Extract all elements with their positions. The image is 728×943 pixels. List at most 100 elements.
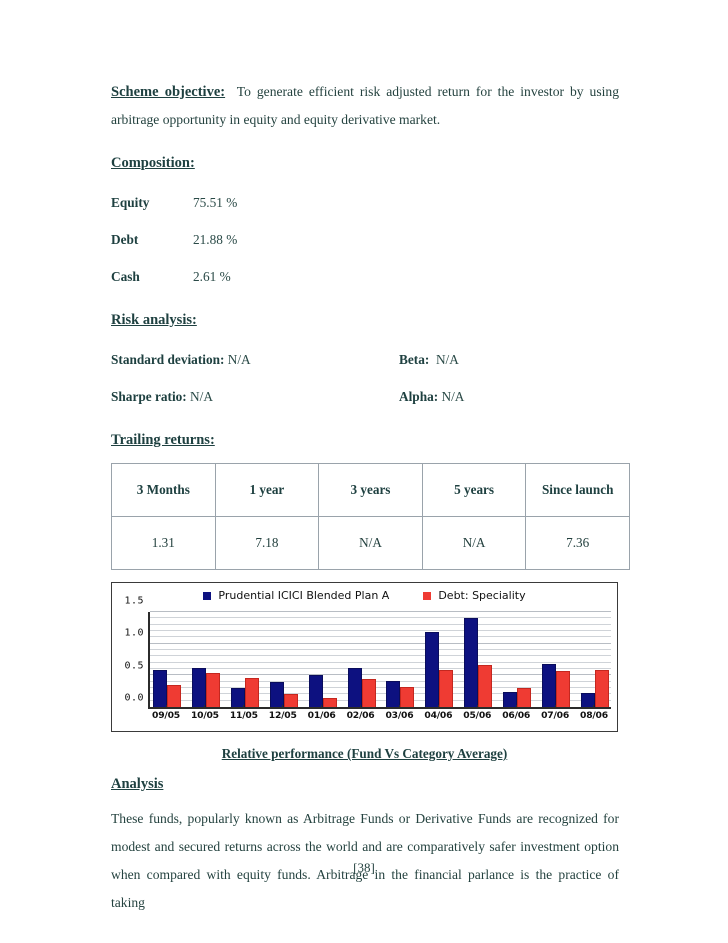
composition-label-equity: Equity	[111, 194, 150, 210]
risk-analysis-heading-row: Risk analysis:	[111, 311, 619, 329]
y-axis-tick-label: 1.5	[124, 595, 144, 607]
table-cell-since-launch: 7.36	[525, 516, 630, 570]
x-axis-tick-label: 10/05	[190, 710, 219, 721]
x-axis-tick-label: 04/06	[424, 710, 453, 721]
chart-x-tick-marks	[148, 705, 611, 709]
bar-fund	[153, 669, 167, 707]
composition-value-equity: 75.51 %	[193, 194, 238, 210]
x-tick-mark	[151, 705, 181, 709]
bar-category	[594, 670, 609, 707]
table-cell-3-years: N/A	[318, 516, 423, 570]
composition-row-debt: Debt 21.88 %	[111, 221, 619, 258]
bar-fund	[269, 682, 284, 707]
x-axis-tick-label: 09/05	[152, 710, 180, 721]
alpha-value: N/A	[441, 388, 465, 404]
legend-label-category: Debt: Speciality	[438, 589, 526, 602]
risk-analysis-heading: Risk analysis:	[111, 312, 197, 328]
table-row: 1.31 7.18 N/A N/A 7.36	[111, 516, 630, 570]
composition-section: Composition: Equity 75.51 % Debt 21.88 %…	[111, 154, 619, 295]
x-tick-mark	[268, 705, 298, 709]
analysis-heading: Analysis	[111, 776, 164, 792]
trailing-returns-table-wrap: 3 Months 1 year 3 years 5 years Since la…	[111, 463, 630, 570]
bar-group	[191, 612, 220, 707]
composition-heading: Composition:	[111, 155, 195, 171]
chart-caption-wrap: Relative performance (Fund Vs Category A…	[111, 745, 618, 763]
x-tick-mark	[462, 705, 492, 709]
trailing-returns-heading: Trailing returns:	[111, 432, 215, 448]
legend-entry-category: Debt: Speciality	[423, 589, 526, 602]
bar-category	[167, 685, 181, 707]
sharpe-ratio-field: Sharpe ratio: N/A	[111, 389, 399, 405]
legend-label-fund: Prudential ICICI Blended Plan A	[218, 589, 390, 602]
bar-group	[308, 612, 337, 707]
bar-group	[503, 612, 532, 707]
trailing-returns-table: 3 Months 1 year 3 years 5 years Since la…	[111, 463, 630, 570]
standard-deviation-field: Standard deviation: N/A	[111, 352, 399, 368]
bar-fund	[347, 668, 362, 707]
bar-group	[230, 612, 259, 707]
table-cell-5-years: N/A	[421, 516, 527, 570]
bar-group	[269, 612, 298, 707]
bar-group	[580, 612, 609, 707]
bar-category	[361, 679, 376, 707]
alpha-field: Alpha: N/A	[399, 389, 609, 405]
x-tick-mark	[384, 705, 414, 709]
bar-group	[464, 612, 493, 707]
x-axis-tick-label: 08/06	[580, 710, 608, 721]
composition-label-debt: Debt	[111, 231, 139, 247]
x-tick-mark	[346, 705, 376, 709]
sharpe-ratio-label: Sharpe ratio:	[111, 388, 187, 404]
x-tick-mark	[190, 705, 220, 709]
table-header-since-launch: Since launch	[525, 463, 630, 517]
table-header-1-year: 1 year	[214, 463, 320, 517]
y-axis-tick-label: 0.5	[124, 660, 144, 672]
bar-fund	[191, 668, 206, 707]
alpha-label: Alpha:	[399, 388, 439, 404]
composition-row-equity: Equity 75.51 %	[111, 184, 619, 221]
bar-fund	[464, 617, 479, 707]
table-cell-3-months: 1.31	[111, 516, 216, 570]
x-tick-mark	[229, 705, 259, 709]
standard-deviation-value: N/A	[227, 351, 251, 367]
bar-group	[153, 612, 181, 707]
page-number: [38]	[353, 860, 375, 875]
bar-group	[425, 612, 454, 707]
x-axis-tick-label: 11/05	[229, 710, 258, 721]
legend-swatch-category	[423, 591, 432, 600]
chart-legend: Prudential ICICI Blended Plan A Debt: Sp…	[112, 589, 617, 602]
chart-x-axis-labels: 09/05 10/05 11/05 12/05 01/06 02/06 03/06 04/06…	[148, 710, 611, 728]
scheme-objective-paragraph: Scheme objective: To generate efficient …	[111, 78, 619, 134]
scheme-objective-section: Scheme objective: To generate efficient …	[111, 78, 619, 134]
bar-group	[386, 612, 415, 707]
beta-field: Beta: N/A	[399, 352, 609, 368]
bar-category	[478, 665, 493, 707]
risk-row-deviation-beta: Standard deviation: N/A Beta: N/A	[111, 341, 619, 378]
trailing-returns-heading-row: Trailing returns:	[111, 431, 619, 449]
table-header-3-months: 3 Months	[111, 463, 216, 517]
x-axis-tick-label: 12/05	[268, 710, 297, 721]
composition-row-cash: Cash 2.61 %	[111, 258, 619, 295]
document-page: Scheme objective: To generate efficient …	[0, 0, 728, 943]
analysis-section: Analysis These funds, popularly known as…	[111, 775, 619, 917]
x-axis-tick-label: 02/06	[346, 710, 375, 721]
x-tick-mark	[423, 705, 453, 709]
chart-bars	[150, 612, 611, 707]
x-tick-mark	[540, 705, 570, 709]
bar-fund	[386, 681, 401, 707]
bar-category	[205, 672, 220, 707]
beta-value: N/A	[435, 351, 459, 367]
table-header-5-years: 5 years	[421, 463, 527, 517]
relative-performance-chart: Prudential ICICI Blended Plan A Debt: Sp…	[111, 582, 618, 732]
table-header-row: 3 Months 1 year 3 years 5 years Since la…	[111, 463, 630, 517]
legend-entry-fund: Prudential ICICI Blended Plan A	[203, 589, 389, 602]
bar-fund	[308, 675, 323, 707]
composition-label-cash: Cash	[111, 268, 140, 284]
chart-caption: Relative performance (Fund Vs Category A…	[221, 746, 508, 761]
composition-value-cash: 2.61 %	[193, 268, 231, 284]
chart-y-axis: 0.0 0.5 1.0 1.5	[114, 596, 146, 709]
